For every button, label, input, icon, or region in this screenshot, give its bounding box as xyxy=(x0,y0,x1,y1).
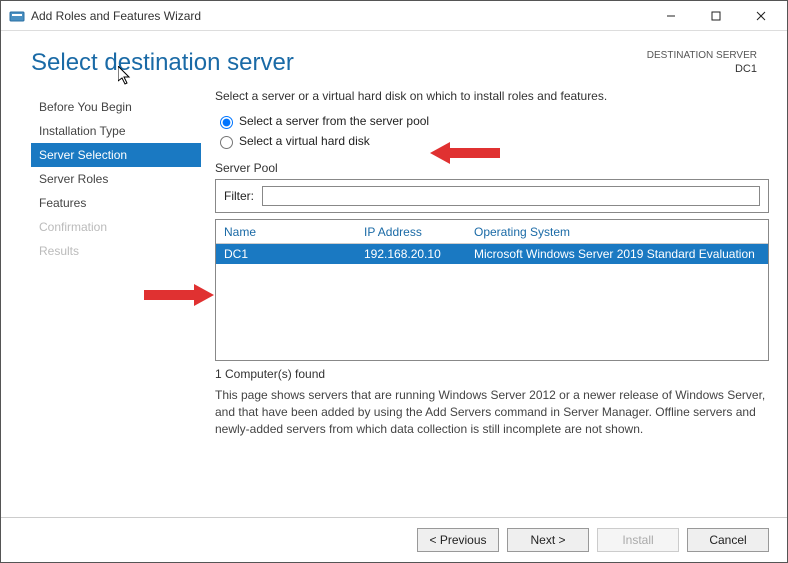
col-ip[interactable]: IP Address xyxy=(364,225,474,239)
nav-installation-type[interactable]: Installation Type xyxy=(31,119,201,143)
help-text: This page shows servers that are running… xyxy=(215,387,769,437)
titlebar: Add Roles and Features Wizard xyxy=(1,1,787,31)
cell-name: DC1 xyxy=(224,247,364,261)
cancel-button[interactable]: Cancel xyxy=(687,528,769,552)
minimize-button[interactable] xyxy=(648,2,693,30)
page-title: Select destination server xyxy=(31,49,647,77)
nav-features[interactable]: Features xyxy=(31,191,201,215)
computers-found: 1 Computer(s) found xyxy=(215,367,769,381)
filter-box: Filter: xyxy=(215,179,769,213)
window-title: Add Roles and Features Wizard xyxy=(31,9,648,23)
filter-input[interactable] xyxy=(262,186,760,206)
radio-virtual-disk-label: Select a virtual hard disk xyxy=(239,134,370,148)
destination-name: DC1 xyxy=(647,62,757,76)
nav-before-you-begin[interactable]: Before You Begin xyxy=(31,95,201,119)
maximize-button[interactable] xyxy=(693,2,738,30)
cell-os: Microsoft Windows Server 2019 Standard E… xyxy=(474,247,760,261)
instruction-text: Select a server or a virtual hard disk o… xyxy=(215,89,769,103)
radio-server-pool-label: Select a server from the server pool xyxy=(239,114,429,128)
server-table: Name IP Address Operating System DC1 192… xyxy=(215,219,769,361)
nav-server-roles[interactable]: Server Roles xyxy=(31,167,201,191)
body: Before You Begin Installation Type Serve… xyxy=(1,83,787,517)
nav-server-selection[interactable]: Server Selection xyxy=(31,143,201,167)
server-pool-label: Server Pool xyxy=(215,161,769,175)
footer: < Previous Next > Install Cancel xyxy=(1,517,787,562)
col-name[interactable]: Name xyxy=(224,225,364,239)
table-row[interactable]: DC1 192.168.20.10 Microsoft Windows Serv… xyxy=(216,244,768,264)
col-os[interactable]: Operating System xyxy=(474,225,760,239)
nav-results: Results xyxy=(31,239,201,263)
destination-block: DESTINATION SERVER DC1 xyxy=(647,49,757,76)
cell-ip: 192.168.20.10 xyxy=(364,247,474,261)
content-panel: Select a server or a virtual hard disk o… xyxy=(201,89,769,517)
next-button[interactable]: Next > xyxy=(507,528,589,552)
previous-button[interactable]: < Previous xyxy=(417,528,499,552)
header: Select destination server DESTINATION SE… xyxy=(1,31,787,83)
radio-server-pool[interactable]: Select a server from the server pool xyxy=(215,113,769,129)
install-button: Install xyxy=(597,528,679,552)
close-button[interactable] xyxy=(738,2,783,30)
app-icon xyxy=(9,8,25,24)
table-header: Name IP Address Operating System xyxy=(216,220,768,244)
nav-confirmation: Confirmation xyxy=(31,215,201,239)
radio-virtual-disk[interactable]: Select a virtual hard disk xyxy=(215,133,769,149)
wizard-window: Add Roles and Features Wizard Select des… xyxy=(0,0,788,563)
radio-virtual-disk-input[interactable] xyxy=(220,136,233,149)
wizard-nav: Before You Begin Installation Type Serve… xyxy=(31,89,201,517)
destination-label: DESTINATION SERVER xyxy=(647,49,757,62)
filter-label: Filter: xyxy=(224,189,254,203)
radio-server-pool-input[interactable] xyxy=(220,116,233,129)
